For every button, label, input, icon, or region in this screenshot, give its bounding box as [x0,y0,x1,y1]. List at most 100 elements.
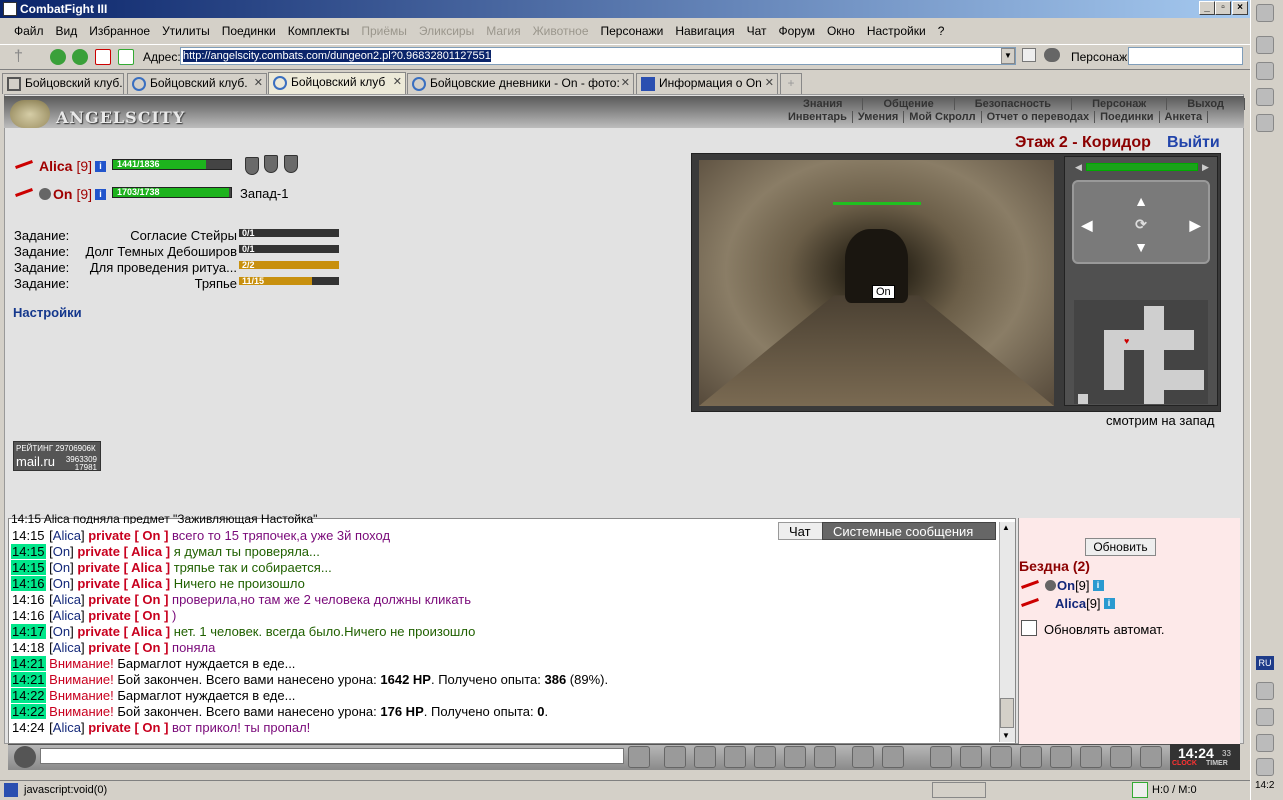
menu-techniques[interactable]: Приёмы [355,24,413,38]
chat-input[interactable] [40,748,624,764]
nav-my-scroll[interactable]: Мой Скролл [904,111,982,123]
armor-icon[interactable] [1050,746,1072,768]
info-icon[interactable]: i [95,188,107,200]
menu-chat[interactable]: Чат [741,24,773,38]
persons-icon[interactable] [1044,48,1060,62]
exit-link[interactable]: Выйти [1167,134,1220,152]
menu-magic[interactable]: Магия [480,24,526,38]
close-icon[interactable]: ✕ [254,74,263,93]
info-icon[interactable]: i [1092,580,1104,591]
tray-icon[interactable] [1256,708,1274,726]
forward-icon[interactable] [72,49,88,65]
menu-help[interactable]: ? [932,24,951,38]
auto-refresh-checkbox[interactable] [1021,620,1037,636]
menu-duels[interactable]: Поединки [216,24,282,38]
translit-icon[interactable] [882,746,904,768]
character-select[interactable] [1128,47,1243,65]
tab-2[interactable]: Бойцовский клуб. ✕ [127,73,267,94]
close-button[interactable]: × [1232,1,1248,15]
lock-icon[interactable] [1080,746,1102,768]
scroll-down-icon[interactable]: ▼ [1002,731,1010,740]
back-icon[interactable] [50,49,66,65]
stop-icon[interactable] [95,49,111,65]
hand-icon[interactable] [1020,746,1042,768]
tab-3[interactable]: Бойцовский клуб ✕ [268,72,406,94]
nav-profile[interactable]: Анкета [1160,111,1209,123]
status-tools-icon[interactable] [932,782,986,798]
firefox-icon[interactable] [1256,36,1274,54]
bag-icon[interactable] [930,746,952,768]
menu-utilities[interactable]: Утилиты [156,24,216,38]
player-name[interactable]: On [53,186,72,202]
nav-transfers[interactable]: Отчет о переводах [982,111,1096,123]
refresh-icon[interactable] [118,49,134,65]
tab-1[interactable]: Бойцовский клуб. [2,73,124,94]
chat-scroll-thumb[interactable] [1000,698,1014,728]
rating-counter[interactable]: РЕЙТИНГ 29706906К mail.ru 3963309 17981 [13,441,101,472]
status-refresh-icon[interactable] [1132,782,1148,798]
group-icon[interactable] [1110,746,1132,768]
back-arrow-icon[interactable]: ▼ [1132,238,1150,256]
object-label[interactable]: On [872,285,895,299]
menu-characters[interactable]: Персонажи [595,24,670,38]
tab-5[interactable]: Информация о On ✕ [636,73,778,94]
restore-button[interactable]: ▫ [1215,1,1231,15]
menu-navigation[interactable]: Навигация [669,24,740,38]
tray-icon[interactable] [1256,734,1274,752]
site-logo[interactable]: ANGELSCITY [56,108,185,127]
right-arrow-icon[interactable]: ▶ [1186,216,1204,234]
private-icon[interactable] [784,746,806,768]
nav-character[interactable]: Персонаж [1072,98,1168,110]
save-icon[interactable] [724,746,746,768]
menu-window[interactable]: Окно [821,24,861,38]
new-tab-button[interactable]: + [780,73,802,94]
menu-settings[interactable]: Настройки [861,24,932,38]
menu-forum[interactable]: Форум [773,24,821,38]
start-icon[interactable] [1256,4,1274,22]
nav-inventory[interactable]: Инвентарь [783,111,853,123]
send-icon[interactable] [628,746,650,768]
address-dropdown-icon[interactable]: ▼ [1001,48,1015,64]
window-icon[interactable] [1256,88,1274,106]
menu-favorites[interactable]: Избранное [83,24,156,38]
game-icon[interactable] [1256,114,1274,132]
language-indicator[interactable]: RU [1256,656,1274,670]
tray-icon[interactable] [1256,758,1274,776]
menu-pet[interactable]: Животное [527,24,595,38]
info-icon[interactable]: i [95,160,107,172]
info-icon[interactable]: i [1103,598,1115,609]
smile-icon[interactable] [14,746,36,768]
eraser-icon[interactable] [664,746,686,768]
nav-exit[interactable]: Выход [1167,98,1245,110]
player-name[interactable]: Alica [39,158,72,174]
nav-security[interactable]: Безопасность [955,98,1073,110]
exit-icon[interactable] [1140,746,1162,768]
left-arrow-icon[interactable]: ◀ [1078,216,1096,234]
emoticon-icon[interactable] [852,746,874,768]
tab-4[interactable]: Бойцовские дневники - On - фото: ✕ [407,73,634,94]
potion-icon[interactable] [960,746,982,768]
turn-left-small-icon[interactable]: ◀ [1075,162,1082,173]
close-icon[interactable]: ✕ [765,74,774,93]
tray-icon[interactable] [1256,682,1274,700]
filter-icon[interactable] [694,746,716,768]
close-icon[interactable]: ✕ [621,74,630,93]
scroll-icon[interactable] [990,746,1012,768]
scroll-up-icon[interactable]: ▲ [1002,523,1010,532]
refresh-button[interactable]: Обновить [1085,538,1156,556]
address-input[interactable]: http://angelscity.combats.com/dungeon2.p… [180,47,1016,65]
turn-right-small-icon[interactable]: ▶ [1202,162,1209,173]
clock-label[interactable]: CLOCK [1172,760,1197,767]
pin-icon[interactable]: † [14,49,30,65]
minimize-button[interactable]: _ [1199,1,1215,15]
menu-elixirs[interactable]: Эликсиры [413,24,480,38]
forward-arrow-icon[interactable]: ▲ [1132,192,1150,210]
nav-duels[interactable]: Поединки [1095,111,1160,123]
tab-system-messages[interactable]: Системные сообщения [822,522,996,540]
fighter-icon[interactable] [754,746,776,768]
settings-link[interactable]: Настройки [13,305,82,320]
nav-skills[interactable]: Умения [853,111,905,123]
clear-icon[interactable] [1022,48,1036,62]
menu-view[interactable]: Вид [50,24,84,38]
nav-knowledge[interactable]: Знания [783,98,864,110]
